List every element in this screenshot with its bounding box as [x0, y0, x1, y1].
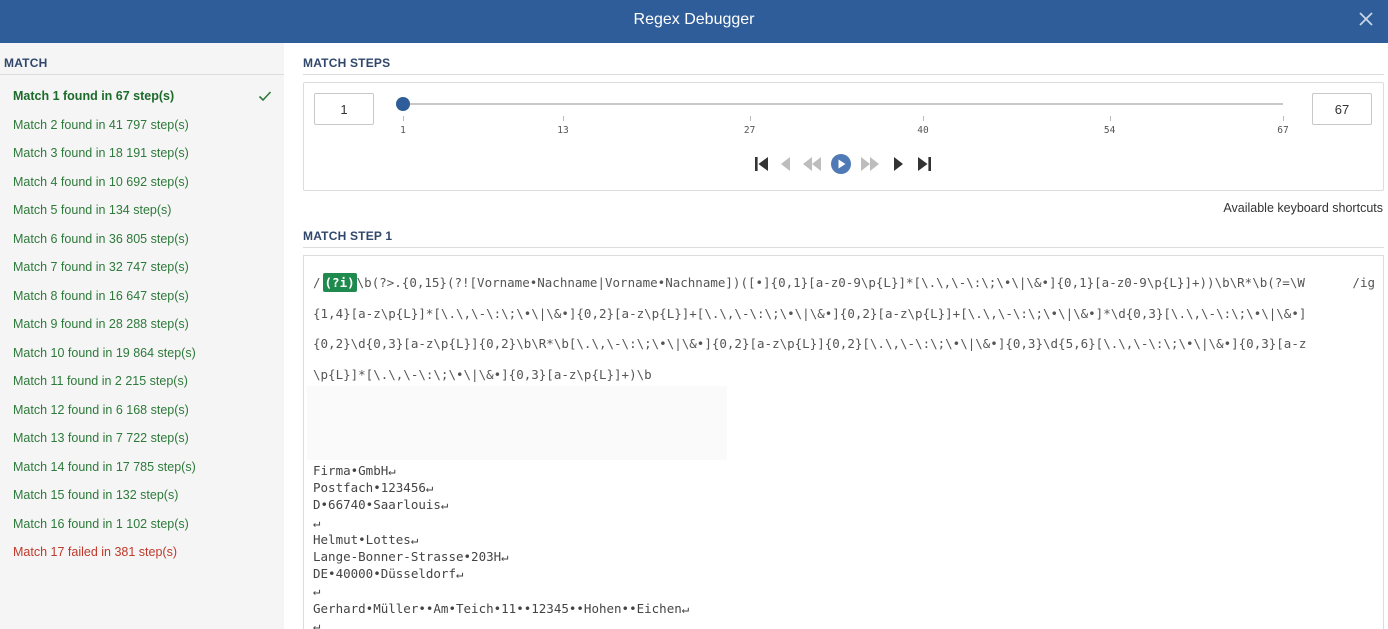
match-item[interactable]: Match 16 found in 1 102 step(s): [0, 510, 284, 539]
match-item[interactable]: Match 5 found in 134 step(s): [0, 196, 284, 225]
match-item[interactable]: Match 10 found in 19 864 step(s): [0, 339, 284, 368]
regex-current-token: (?i): [322, 273, 357, 292]
rewind-icon[interactable]: [801, 153, 823, 175]
match-item-label: Match 12 found in 6 168 step(s): [13, 402, 189, 417]
regex-delimiter: /: [313, 275, 321, 290]
fast-forward-icon[interactable]: [859, 153, 881, 175]
check-icon: [258, 91, 272, 102]
slider-tick-label: 67: [1277, 125, 1289, 136]
subject-text: Firma•GmbH↵ Postfach•123456↵ D•66740•Saa…: [313, 463, 690, 629]
slider-thumb[interactable]: [396, 97, 410, 111]
match-item[interactable]: Match 3 found in 18 191 step(s): [0, 139, 284, 168]
match-item-label: Match 11 found in 2 215 step(s): [13, 374, 188, 388]
match-sidebar: MATCH Match 1 found in 67 step(s) Match 2…: [0, 43, 284, 629]
last-step-icon[interactable]: [913, 153, 935, 175]
match-item-label: Match 7 found in 32 747 step(s): [13, 260, 189, 274]
previous-step-icon[interactable]: [775, 153, 797, 175]
match-item-label: Match 13 found in 7 722 step(s): [13, 431, 189, 445]
match-item-label: Match 3 found in 18 191 step(s): [13, 146, 189, 160]
match-item-label: Match 15 found in 132 step(s): [13, 488, 179, 502]
match-item[interactable]: Match 1 found in 67 step(s): [0, 82, 284, 111]
first-step-icon[interactable]: [751, 153, 773, 175]
slider-tick: [749, 116, 751, 121]
match-item[interactable]: Match 15 found in 132 step(s): [0, 481, 284, 510]
slider-tick: [403, 116, 404, 121]
match-item-label: Match 4 found in 10 692 step(s): [13, 174, 189, 189]
match-item-label: Match 14 found in 17 785 step(s): [13, 459, 196, 474]
close-icon[interactable]: [1354, 7, 1378, 31]
next-step-icon[interactable]: [887, 153, 909, 175]
match-item-label: Match 8 found in 16 647 step(s): [13, 288, 189, 303]
match-item[interactable]: Match 17 failed in 381 step(s): [0, 538, 284, 567]
slider-tick: [1283, 116, 1284, 121]
regex-flags: /ig: [1352, 275, 1375, 290]
match-item-label: Match 2 found in 41 797 step(s): [13, 117, 189, 132]
window-title: Regex Debugger: [633, 11, 755, 28]
match-item[interactable]: Match 12 found in 6 168 step(s): [0, 396, 284, 425]
match-item-label: Match 17 failed in 381 step(s): [13, 545, 177, 559]
regex-remaining: \b(?>.{0,15}(?![Vorname•Nachname|Vorname…: [313, 275, 1307, 382]
match-item[interactable]: Match 8 found in 16 647 step(s): [0, 282, 284, 311]
regex-pattern: /ig / (?i) \b(?>.{0,15}(?![Vorname•Nachnam…: [313, 268, 1375, 390]
pattern-shade: [307, 386, 727, 460]
match-item[interactable]: Match 6 found in 36 805 step(s): [0, 225, 284, 254]
play-icon[interactable]: [830, 153, 852, 175]
slider-tick: [1109, 116, 1111, 121]
match-item[interactable]: Match 14 found in 17 785 step(s): [0, 453, 284, 482]
match-item-label: Match 9 found in 28 288 step(s): [13, 317, 189, 331]
match-item-label: Match 16 found in 1 102 step(s): [13, 516, 189, 531]
slider-track[interactable]: [403, 103, 1283, 105]
match-steps-heading: MATCH STEPS: [303, 56, 391, 70]
title-bar: Regex Debugger: [0, 0, 1388, 43]
current-step-input[interactable]: [314, 93, 374, 125]
slider-tick-label: 13: [557, 125, 569, 136]
match-item[interactable]: Match 11 found in 2 215 step(s): [0, 367, 284, 396]
match-item-label: Match 10 found in 19 864 step(s): [13, 345, 196, 360]
divider: [303, 247, 1384, 248]
match-item[interactable]: Match 13 found in 7 722 step(s): [0, 424, 284, 453]
slider-tick: [923, 116, 924, 121]
match-step-heading: MATCH STEP 1: [303, 229, 393, 243]
match-item[interactable]: Match 7 found in 32 747 step(s): [0, 253, 284, 282]
divider: [303, 74, 1384, 75]
main-panel: MATCH STEPS 1 13 27 40 54 67: [284, 43, 1388, 629]
slider-tick-label: 1: [400, 125, 406, 136]
playback-controls: [751, 153, 937, 175]
match-list: Match 1 found in 67 step(s) Match 2 found…: [0, 82, 284, 567]
match-item-label: Match 5 found in 134 step(s): [13, 203, 172, 217]
slider-tick-label: 40: [917, 125, 929, 136]
match-item[interactable]: Match 2 found in 41 797 step(s): [0, 111, 284, 140]
match-steps-panel: 1 13 27 40 54 67: [303, 82, 1384, 191]
match-item[interactable]: Match 9 found in 28 288 step(s): [0, 310, 284, 339]
match-item-label: Match 6 found in 36 805 step(s): [13, 231, 189, 246]
slider-tick-label: 27: [743, 125, 756, 136]
keyboard-shortcuts-link[interactable]: Available keyboard shortcuts: [1223, 201, 1383, 215]
match-item-label: Match 1 found in 67 step(s): [13, 89, 175, 103]
regex-body: / (?i) \b(?>.{0,15}(?![Vorname•Nachname|Vo…: [313, 268, 1375, 390]
slider-tick: [563, 116, 564, 121]
slider-tick-label: 54: [1103, 125, 1116, 136]
divider: [0, 74, 284, 75]
step-slider[interactable]: 1 13 27 40 54 67: [396, 97, 1289, 137]
match-step-panel: /ig / (?i) \b(?>.{0,15}(?![Vorname•Nachnam…: [303, 255, 1384, 629]
match-item[interactable]: Match 4 found in 10 692 step(s): [0, 168, 284, 197]
match-heading: MATCH: [4, 56, 48, 70]
total-steps-input[interactable]: [1312, 93, 1372, 125]
